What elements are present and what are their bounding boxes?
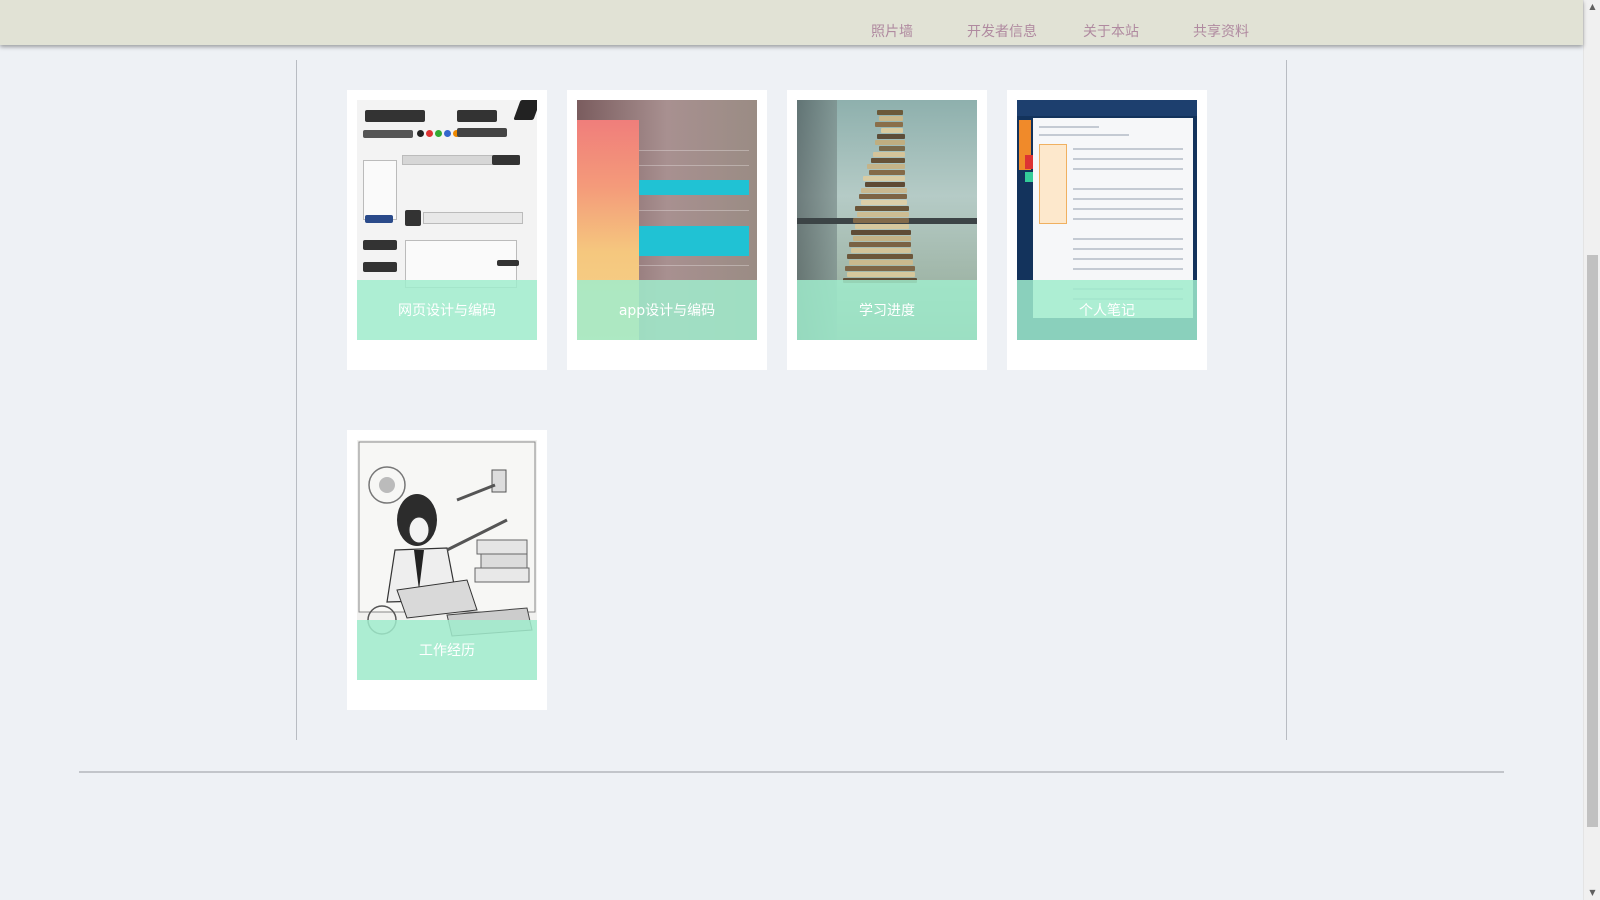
card-work-experience[interactable]: 工作经历 <box>347 430 547 710</box>
card-work-experience-caption: 工作经历 <box>357 620 537 680</box>
card-app-design[interactable]: app设计与编码 <box>567 90 767 370</box>
card-personal-notes[interactable]: 个人笔记 <box>1007 90 1207 370</box>
card-web-design-thumbnail: 网页设计与编码 <box>357 100 537 340</box>
card-personal-notes-caption: 个人笔记 <box>1017 280 1197 340</box>
card-study-progress[interactable]: 学习进度 <box>787 90 987 370</box>
card-study-progress-caption: 学习进度 <box>797 280 977 340</box>
triangle-up-icon[interactable]: ▲ <box>1584 0 1600 14</box>
card-app-design-caption: app设计与编码 <box>577 280 757 340</box>
scrollbar-thumb[interactable] <box>1587 255 1598 827</box>
nav-link-shared-resources[interactable]: 共享资料 <box>1193 21 1249 41</box>
card-app-design-thumbnail: app设计与编码 <box>577 100 757 340</box>
triangle-down-icon[interactable]: ▼ <box>1584 886 1600 900</box>
card-web-design[interactable]: 网页设计与编码 <box>347 90 547 370</box>
content-right-border <box>1286 60 1287 740</box>
nav-link-developer-info[interactable]: 开发者信息 <box>967 21 1037 41</box>
footer-divider <box>79 771 1504 773</box>
card-web-design-caption: 网页设计与编码 <box>357 280 537 340</box>
content-left-border <box>296 60 297 740</box>
page-scrollbar[interactable]: ▲ ▼ <box>1583 0 1600 900</box>
card-study-progress-thumbnail: 学习进度 <box>797 100 977 340</box>
nav-link-about-site[interactable]: 关于本站 <box>1083 21 1139 41</box>
card-work-experience-thumbnail: 工作经历 <box>357 440 537 680</box>
nav-link-photo-wall[interactable]: 照片墙 <box>871 21 913 41</box>
card-personal-notes-thumbnail: 个人笔记 <box>1017 100 1197 340</box>
top-navbar: 照片墙 开发者信息 关于本站 共享资料 <box>0 0 1583 45</box>
